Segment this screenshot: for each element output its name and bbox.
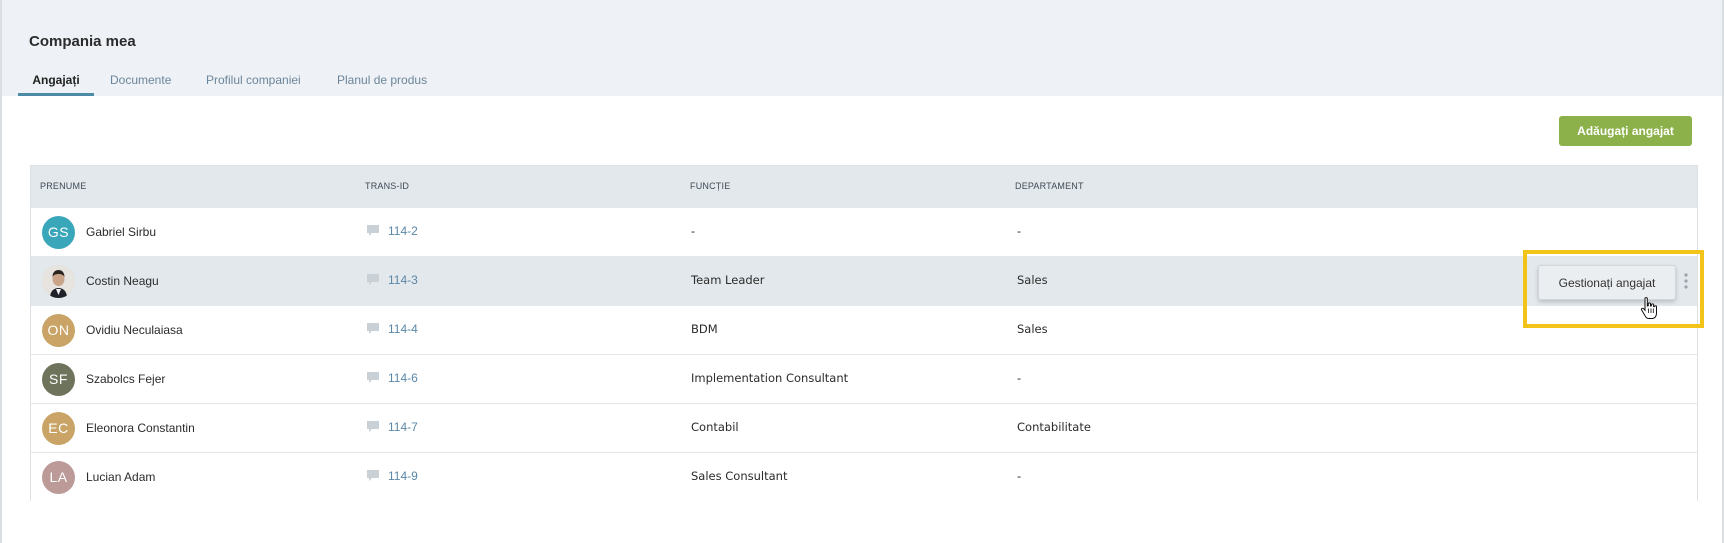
column-header-first-name: PRENUME — [40, 181, 87, 191]
avatar: ON — [42, 314, 75, 347]
employee-department: - — [1017, 371, 1022, 385]
employee-function: Contabil — [691, 420, 739, 434]
employee-function: Sales Consultant — [691, 469, 788, 483]
table-row[interactable]: SF Szabolcs Fejer 114-6 Implementation C… — [31, 354, 1697, 403]
employee-name: Costin Neagu — [86, 274, 159, 288]
chat-bubble-icon — [367, 323, 379, 334]
avatar: LA — [42, 461, 75, 494]
hand-cursor-icon — [1640, 297, 1657, 319]
table-header: PRENUME TRANS-ID FUNCȚIE DEPARTAMENT — [31, 166, 1697, 207]
employee-department: Contabilitate — [1017, 420, 1091, 434]
trans-id-link[interactable]: 114-4 — [388, 322, 418, 336]
chat-bubble-icon — [367, 225, 379, 236]
avatar — [42, 265, 75, 298]
employee-department: - — [1017, 469, 1022, 483]
tab-product-plan[interactable]: Planul de produs — [337, 72, 427, 96]
table-row[interactable]: EC Eleonora Constantin 114-7 Contabil Co… — [31, 403, 1697, 452]
profile-photo — [42, 265, 75, 298]
trans-id-link[interactable]: 114-2 — [388, 224, 418, 238]
chat-bubble-icon — [367, 470, 379, 481]
column-header-department: DEPARTAMENT — [1015, 181, 1084, 191]
employee-name: Eleonora Constantin — [86, 421, 195, 435]
column-header-trans-id: TRANS-ID — [365, 181, 410, 191]
table-row[interactable]: GS Gabriel Sirbu 114-2 - - — [31, 207, 1697, 256]
employee-function: Implementation Consultant — [691, 371, 849, 385]
chat-bubble-icon — [367, 274, 379, 285]
add-employee-button[interactable]: Adăugați angajat — [1559, 116, 1692, 146]
avatar: SF — [42, 363, 75, 396]
employee-function: Team Leader — [691, 273, 765, 287]
table-row[interactable]: LA Lucian Adam 114-9 Sales Consultant - — [31, 452, 1697, 501]
employee-department: - — [1017, 224, 1022, 238]
table-row[interactable]: ON Ovidiu Neculaiasa 114-4 BDM Sales — [31, 305, 1697, 354]
page-title: Compania mea — [29, 33, 136, 50]
kebab-menu-icon[interactable] — [1683, 272, 1689, 290]
employee-function: - — [691, 224, 696, 238]
table-row[interactable]: Costin Neagu 114-3 Team Leader Sales — [31, 256, 1697, 305]
tab-documents[interactable]: Documente — [110, 72, 171, 96]
tab-employees[interactable]: Angajați — [18, 72, 94, 96]
employee-name: Lucian Adam — [86, 470, 156, 484]
chat-bubble-icon — [367, 421, 379, 432]
column-header-function: FUNCȚIE — [690, 181, 731, 191]
employee-name: Gabriel Sirbu — [86, 225, 157, 239]
trans-id-link[interactable]: 114-6 — [388, 371, 418, 385]
employee-name: Szabolcs Fejer — [86, 372, 166, 386]
employee-department: Sales — [1017, 273, 1048, 287]
chat-bubble-icon — [367, 372, 379, 383]
avatar: GS — [42, 216, 75, 249]
employees-table: PRENUME TRANS-ID FUNCȚIE DEPARTAMENT GS … — [30, 165, 1698, 501]
employee-department: Sales — [1017, 322, 1048, 336]
employee-function: BDM — [691, 322, 718, 336]
employee-name: Ovidiu Neculaiasa — [86, 323, 183, 337]
tab-company-profile[interactable]: Profilul companiei — [206, 72, 301, 96]
trans-id-link[interactable]: 114-9 — [388, 469, 418, 483]
trans-id-link[interactable]: 114-3 — [388, 273, 418, 287]
avatar: EC — [42, 412, 75, 445]
manage-employee-button[interactable]: Gestionați angajat — [1538, 265, 1676, 300]
trans-id-link[interactable]: 114-7 — [388, 420, 418, 434]
tab-bar: Angajați Documente Profilul companiei Pl… — [18, 72, 1718, 96]
